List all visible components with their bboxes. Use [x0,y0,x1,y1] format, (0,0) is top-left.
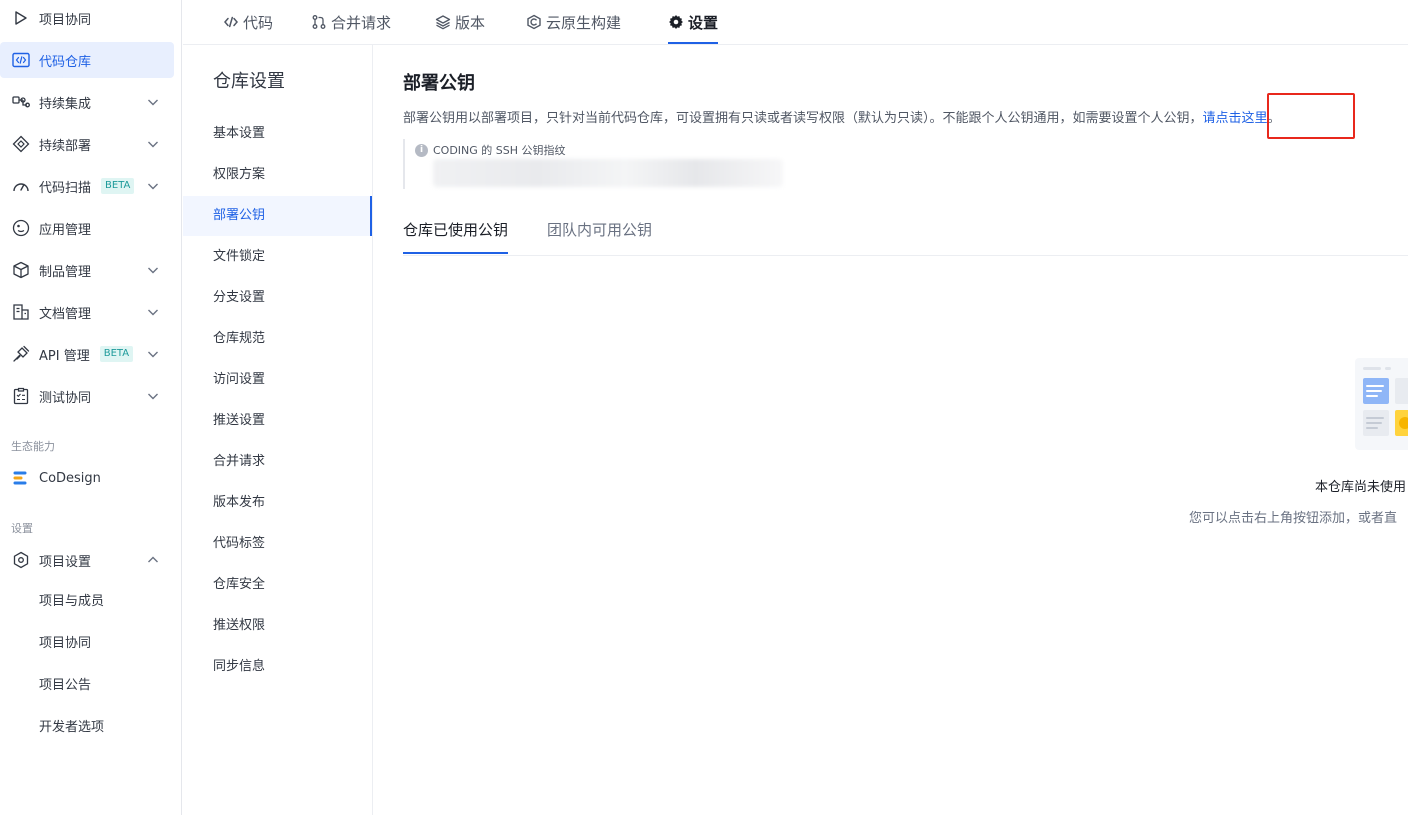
nav-subitem-developer-options[interactable]: 开发者选项 [39,718,104,738]
codesign-logo-icon [11,468,31,488]
settings-item-file-lock[interactable]: 文件锁定 [183,237,372,277]
checklist-icon [11,386,31,406]
document-icon [11,302,31,322]
page-title: 部署公钥 [403,73,475,94]
cloud-build-icon [526,14,542,30]
nav-subitem-project-members[interactable]: 项目与成员 [39,592,104,612]
tab-releases[interactable]: 版本 [435,0,485,44]
cube-icon [11,260,31,280]
play-triangle-icon [11,8,31,28]
chevron-up-icon[interactable] [146,553,160,567]
app-circle-icon [11,218,31,238]
nav-item-project-settings[interactable]: 项目设置 [0,542,174,578]
nav-item-ci[interactable]: 持续集成 [0,84,174,120]
settings-menu-title: 仓库设置 [213,71,285,92]
layers-icon [435,14,451,30]
nav-subitem-project-notice[interactable]: 项目公告 [39,676,91,696]
ssh-fingerprint-block: i CODING 的 SSH 公钥指纹 [403,139,785,189]
chevron-down-icon[interactable] [146,305,160,319]
chevron-down-icon[interactable] [146,179,160,193]
nav-item-label: 持续部署 [39,138,92,154]
nav-item-label: 持续集成 [39,96,92,112]
nav-item-label: 代码扫描 [39,180,92,196]
settings-item-merge-requests[interactable]: 合并请求 [183,442,372,482]
beta-badge: BETA [99,346,134,362]
nav-item-project-collab[interactable]: 项目协同 [0,0,174,36]
nav-item-label: 项目协同 [39,12,92,28]
empty-state-title: 本仓库尚未使用 [1315,480,1407,495]
settings-item-repo-rules[interactable]: 仓库规范 [183,319,372,359]
settings-item-release[interactable]: 版本发布 [183,483,372,523]
merge-request-icon [311,14,327,30]
tab-cloud-native-build[interactable]: 云原生构建 [526,0,621,44]
nav-item-label: 项目设置 [39,554,92,570]
main-content: 部署公钥 部署公钥用以部署项目，只针对当前代码仓库，可设置拥有只读或者读写权限（… [373,45,1408,815]
chevron-down-icon[interactable] [146,263,160,277]
chevron-down-icon[interactable] [146,347,160,361]
nav-item-artifacts[interactable]: 制品管理 [0,252,174,288]
gear-icon [668,14,684,30]
fingerprint-value-redacted [433,159,783,187]
repo-settings-menu: 仓库设置 基本设置 权限方案 部署公钥 文件锁定 分支设置 仓库规范 访问设置 … [183,45,373,815]
tab-repo-used-keys[interactable]: 仓库已使用公钥 [403,217,509,254]
settings-item-push[interactable]: 推送设置 [183,401,372,441]
nav-item-label: 文档管理 [39,306,92,322]
hexagon-settings-icon [11,550,31,570]
code-window-icon [11,50,31,70]
beta-badge: BETA [101,178,135,194]
tab-code[interactable]: 代码 [223,0,273,44]
left-sidebar: 项目协同 代码仓库 持续集成 持续部署 代码扫描 BETA 应用管理 制品管理 … [0,0,182,815]
plug-icon [11,344,31,364]
tab-settings[interactable]: 设置 [668,0,719,44]
nav-item-label: 应用管理 [39,222,92,238]
chevron-down-icon[interactable] [146,137,160,151]
personal-key-link[interactable]: 请点击这里 [1203,111,1268,126]
nav-item-api[interactable]: API 管理 BETA [0,336,174,372]
nav-item-label: CoDesign [39,470,101,486]
nav-subitem-project-collab[interactable]: 项目协同 [39,634,91,654]
tab-team-available-keys[interactable]: 团队内可用公钥 [547,217,652,254]
settings-item-deploy-keys[interactable]: 部署公钥 [183,196,372,236]
settings-item-tags[interactable]: 代码标签 [183,524,372,564]
nav-item-codesign[interactable]: CoDesign [0,460,174,496]
nav-item-label: 代码仓库 [39,54,92,70]
pipeline-icon [11,92,31,112]
nav-item-app-manage[interactable]: 应用管理 [0,210,174,246]
nav-item-label: 测试协同 [39,390,92,406]
empty-state-subtitle: 您可以点击右上角按钮添加，或者直 [1189,511,1398,526]
settings-item-access[interactable]: 访问设置 [183,360,372,400]
chevron-down-icon[interactable] [146,95,160,109]
key-tabs: 仓库已使用公钥 团队内可用公钥 [403,217,1408,256]
nav-section-ecosystem: 生态能力 [11,440,55,453]
deploy-key-description: 部署公钥用以部署项目，只针对当前代码仓库，可设置拥有只读或者读写权限（默认为只读… [403,111,1281,126]
nav-item-test[interactable]: 测试协同 [0,378,174,414]
settings-item-permission-scheme[interactable]: 权限方案 [183,155,372,195]
settings-item-basic[interactable]: 基本设置 [183,114,372,154]
annotation-highlight-box [1267,93,1355,139]
tab-merge-requests[interactable]: 合并请求 [311,0,391,44]
settings-item-sync-info[interactable]: 同步信息 [183,647,372,687]
nav-item-label: 制品管理 [39,264,92,280]
deploy-icon [11,134,31,154]
code-brackets-icon [223,14,239,30]
nav-item-docs[interactable]: 文档管理 [0,294,174,330]
nav-section-settings: 设置 [11,522,33,535]
nav-item-label: API 管理 [39,348,90,364]
nav-item-code-repo[interactable]: 代码仓库 [0,42,174,78]
settings-item-branch[interactable]: 分支设置 [183,278,372,318]
settings-item-repo-security[interactable]: 仓库安全 [183,565,372,605]
gauge-icon [11,176,31,196]
empty-state-illustration [1355,358,1408,450]
nav-item-code-scan[interactable]: 代码扫描 BETA [0,168,174,204]
nav-item-cd[interactable]: 持续部署 [0,126,174,162]
info-icon: i [415,143,428,157]
chevron-down-icon[interactable] [146,389,160,403]
top-tab-bar: 代码 合并请求 版本 云原生构建 设置 [183,0,1408,45]
settings-item-push-permission[interactable]: 推送权限 [183,606,372,646]
fingerprint-label: CODING 的 SSH 公钥指纹 [433,144,566,157]
